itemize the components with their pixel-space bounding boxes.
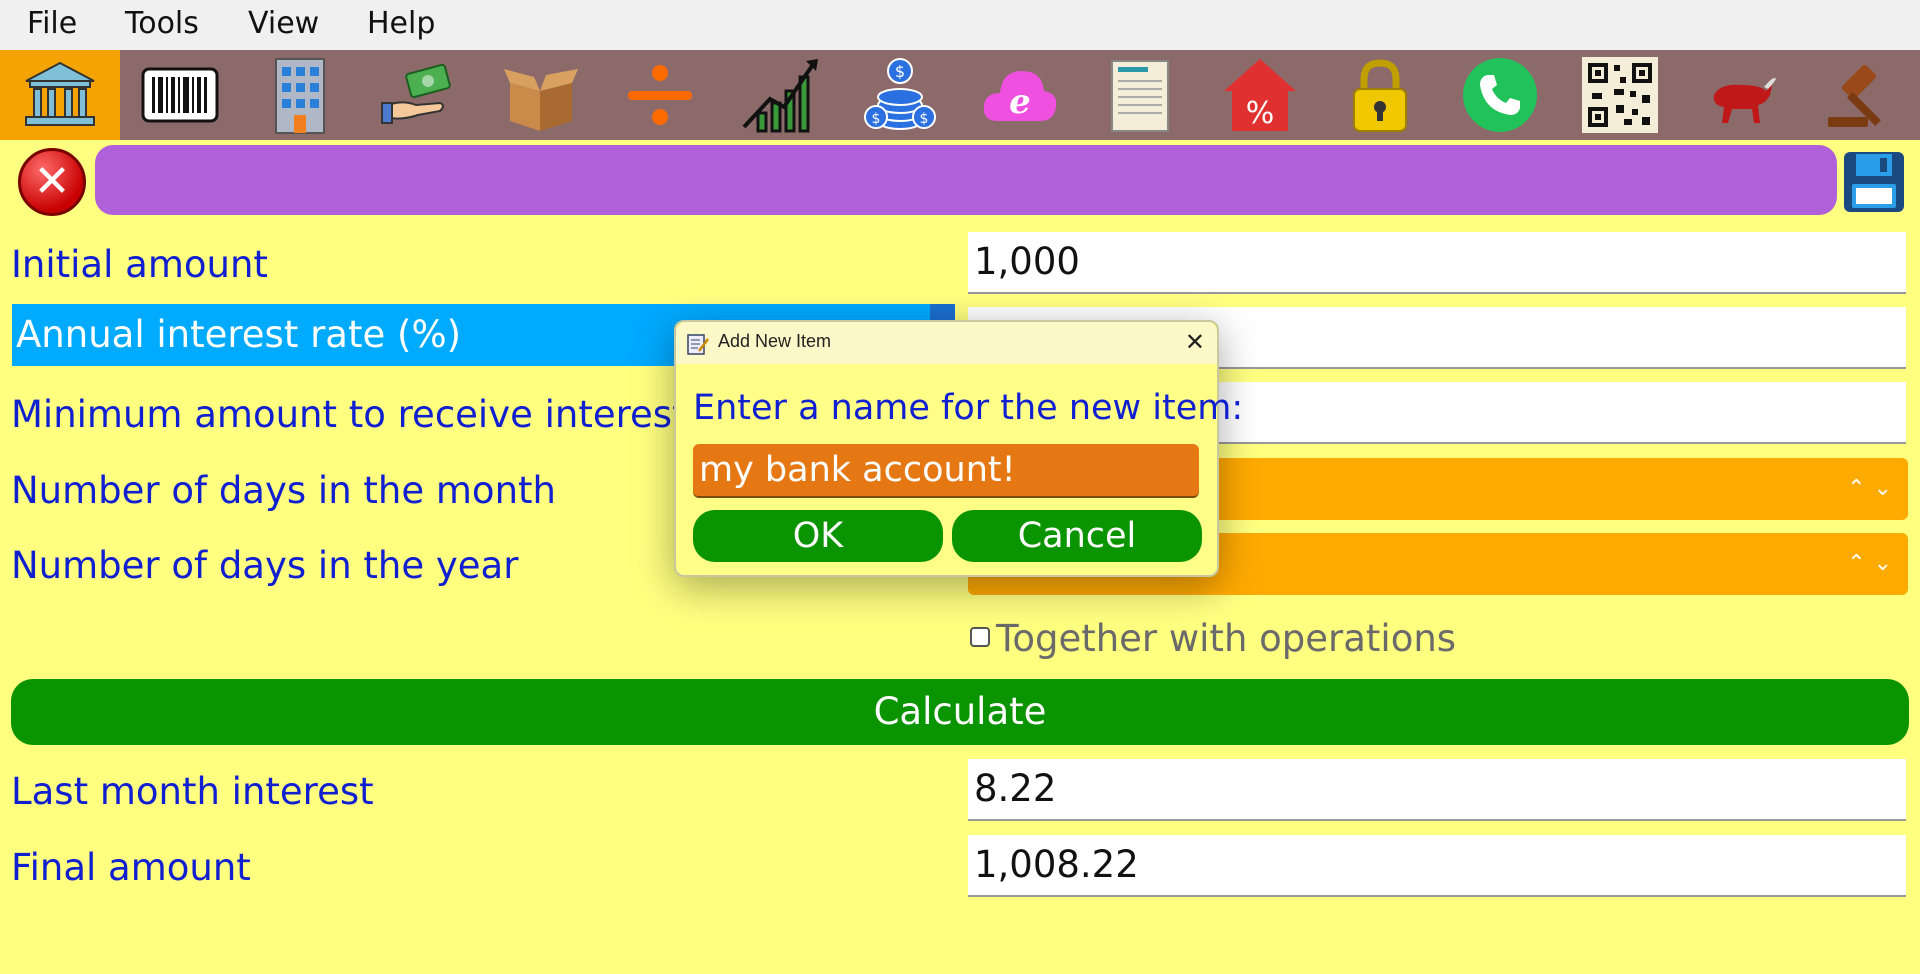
box-icon bbox=[504, 69, 578, 131]
min-amount-label: Minimum amount to receive interest bbox=[11, 393, 687, 436]
initial-amount-label: Initial amount bbox=[11, 243, 268, 286]
toolbar: $ $ $ e % bbox=[0, 50, 1920, 140]
bull-icon bbox=[1713, 78, 1776, 123]
phone-icon bbox=[1463, 58, 1537, 132]
tool-bank[interactable] bbox=[0, 50, 120, 140]
calculate-button[interactable]: Calculate bbox=[11, 679, 1909, 745]
final-amount-field[interactable]: 1,008.22 bbox=[968, 835, 1906, 897]
tool-building[interactable] bbox=[240, 50, 360, 140]
days-month-label: Number of days in the month bbox=[11, 469, 556, 512]
svg-text:%: % bbox=[1246, 96, 1275, 131]
spinner-arrows-icon[interactable]: ⌃⌄ bbox=[1847, 476, 1900, 501]
together-checkbox[interactable] bbox=[970, 627, 990, 647]
building-icon bbox=[275, 58, 325, 134]
menu-bar: File Tools View Help bbox=[0, 0, 1920, 50]
tool-document[interactable] bbox=[1080, 50, 1200, 140]
qr-code-icon bbox=[1582, 57, 1658, 133]
close-button[interactable]: ✕ bbox=[18, 148, 86, 216]
notepad-edit-icon bbox=[687, 334, 709, 355]
svg-text:$: $ bbox=[920, 111, 929, 127]
close-icon: ✕ bbox=[33, 156, 71, 207]
tool-padlock[interactable] bbox=[1320, 50, 1440, 140]
days-year-label: Number of days in the year bbox=[11, 544, 519, 587]
together-label[interactable]: Together with operations bbox=[996, 617, 1456, 660]
new-item-name-input[interactable]: my bank account! bbox=[693, 444, 1199, 498]
tool-money[interactable] bbox=[360, 50, 480, 140]
barcode-icon bbox=[141, 67, 219, 123]
floppy-disk-icon bbox=[1844, 152, 1904, 212]
tool-qr[interactable] bbox=[1560, 50, 1680, 140]
last-month-interest-label: Last month interest bbox=[11, 770, 374, 813]
tool-coins[interactable]: $ $ $ bbox=[840, 50, 960, 140]
cloud-browser-icon: e bbox=[983, 71, 1057, 122]
bank-icon bbox=[25, 61, 95, 126]
add-new-item-dialog: Add New Item ✕ Enter a name for the new … bbox=[674, 320, 1243, 577]
tool-growth[interactable] bbox=[720, 50, 840, 140]
tool-barcode[interactable] bbox=[120, 50, 240, 140]
padlock-icon bbox=[1353, 59, 1407, 132]
growth-chart-icon bbox=[742, 59, 818, 133]
menu-help[interactable]: Help bbox=[367, 6, 435, 41]
ok-button[interactable]: OK bbox=[693, 510, 943, 562]
item-name-bar[interactable] bbox=[95, 145, 1837, 215]
divide-icon bbox=[628, 65, 692, 125]
final-amount-label: Final amount bbox=[11, 846, 251, 889]
menu-tools[interactable]: Tools bbox=[125, 6, 199, 41]
coins-icon: $ $ $ bbox=[864, 58, 936, 130]
menu-file[interactable]: File bbox=[27, 6, 77, 41]
save-button[interactable] bbox=[1842, 150, 1906, 214]
cancel-button[interactable]: Cancel bbox=[952, 510, 1202, 562]
gavel-icon bbox=[1828, 64, 1881, 127]
percent-house-icon: % bbox=[1224, 59, 1296, 131]
dialog-close-icon[interactable]: ✕ bbox=[1185, 328, 1205, 356]
document-scroll-icon bbox=[1111, 60, 1169, 132]
dialog-prompt: Enter a name for the new item: bbox=[693, 388, 1244, 428]
dialog-title-bar[interactable]: Add New Item ✕ bbox=[676, 322, 1217, 364]
tool-divide[interactable] bbox=[600, 50, 720, 140]
menu-view[interactable]: View bbox=[248, 6, 319, 41]
spinner-arrows-icon[interactable]: ⌃⌄ bbox=[1847, 551, 1900, 576]
tool-cloud[interactable]: e bbox=[960, 50, 1080, 140]
svg-text:$: $ bbox=[895, 62, 905, 81]
tool-percent-house[interactable]: % bbox=[1200, 50, 1320, 140]
tool-bull[interactable] bbox=[1680, 50, 1800, 140]
money-hand-icon bbox=[381, 63, 451, 124]
tool-gavel[interactable] bbox=[1800, 50, 1920, 140]
dialog-title: Add New Item bbox=[718, 331, 832, 351]
initial-amount-field[interactable]: 1,000 bbox=[968, 232, 1906, 294]
last-month-interest-field[interactable]: 8.22 bbox=[968, 759, 1906, 821]
svg-text:$: $ bbox=[872, 111, 881, 127]
tool-phone[interactable] bbox=[1440, 50, 1560, 140]
tool-box[interactable] bbox=[480, 50, 600, 140]
svg-text:e: e bbox=[1009, 82, 1031, 122]
